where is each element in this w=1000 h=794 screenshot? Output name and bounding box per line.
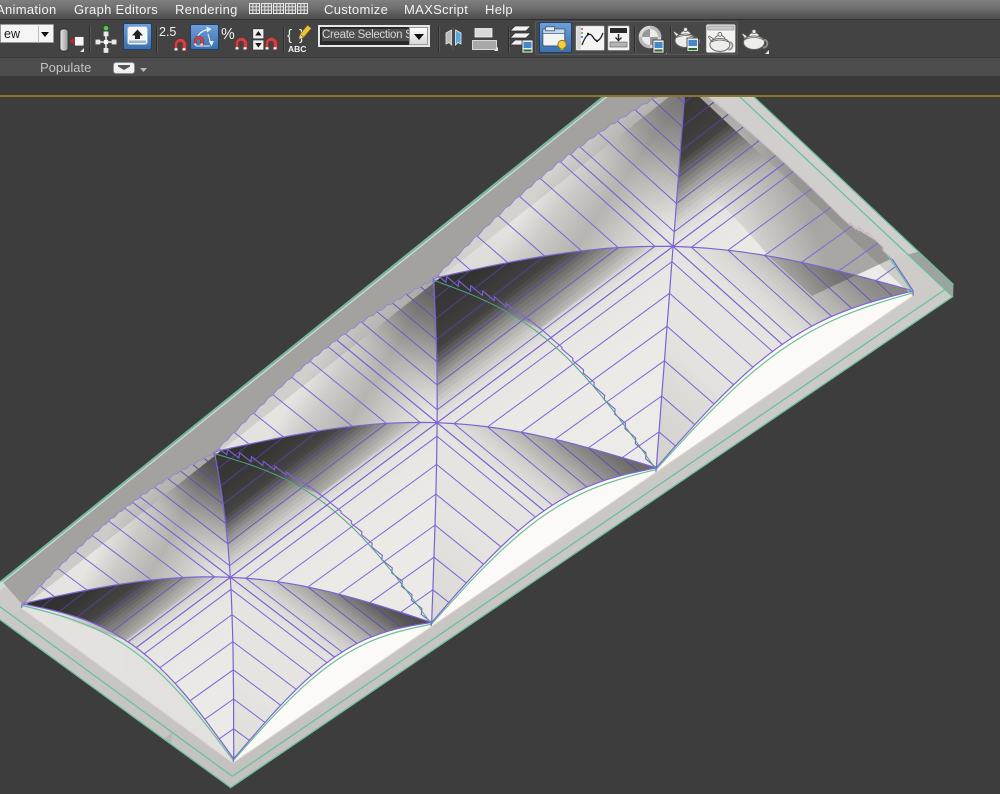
svg-text:ABC: ABC	[288, 44, 306, 54]
svg-text:{: {	[287, 27, 292, 44]
